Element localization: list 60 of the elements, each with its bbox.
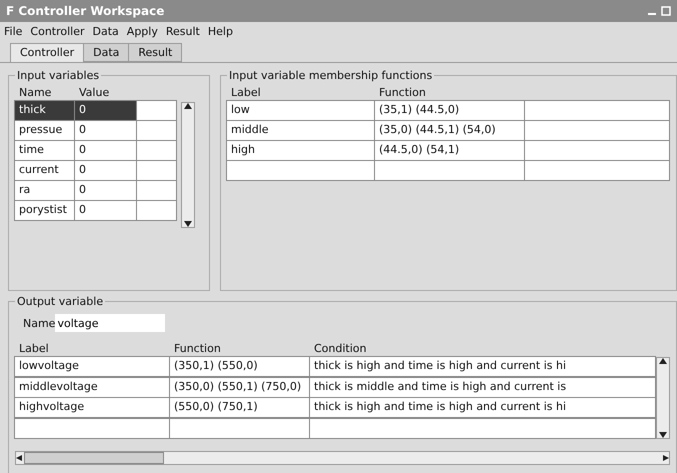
table-cell: (350,1) (550,0) — [169, 356, 310, 377]
menu-item[interactable]: Apply — [126, 25, 158, 38]
table-cell: low — [226, 100, 375, 121]
menu-item[interactable]: File — [4, 25, 22, 38]
scroll-right-icon[interactable] — [661, 455, 669, 461]
table-cell[interactable]: 0 — [74, 180, 137, 201]
table-cell[interactable]: 0 — [74, 140, 137, 161]
table-cell[interactable]: 0 — [74, 160, 137, 181]
column-header: Function — [173, 341, 222, 357]
table-cell: middle — [226, 120, 375, 141]
menu-item[interactable]: Result — [166, 25, 200, 38]
field-label: Name — [23, 316, 56, 330]
table-cell[interactable]: current — [14, 160, 75, 181]
table-cell: (35,0) (44.5,1) (54,0) — [374, 120, 525, 141]
menu-item[interactable]: Help — [208, 25, 233, 38]
table-cell: (35,1) (44.5,0) — [374, 100, 525, 121]
horizontal-scrollbar[interactable] — [15, 451, 670, 465]
table-cell[interactable]: porystist — [14, 200, 75, 221]
table-cell: highvoltage — [14, 397, 170, 418]
vertical-scrollbar[interactable] — [181, 102, 195, 228]
table-cell: (550,0) (750,1) — [169, 397, 310, 418]
table-cell[interactable]: time — [14, 140, 75, 161]
table-cell: thick is high and time is high and current is hi — [309, 356, 656, 377]
tab[interactable]: Result — [128, 43, 182, 62]
scroll-left-icon[interactable] — [16, 455, 24, 461]
scroll-down-icon[interactable] — [659, 432, 667, 438]
scroll-down-icon[interactable] — [184, 221, 192, 227]
group-title: Output variable — [16, 295, 104, 308]
scroll-thumb[interactable] — [24, 452, 164, 464]
table-cell: thick is middle and time is high and current is — [309, 376, 656, 398]
table-cell[interactable]: 0 — [74, 120, 137, 141]
name-field[interactable]: voltage — [55, 314, 166, 332]
menu-item[interactable]: Data — [92, 25, 119, 38]
table-cell: middlevoltage — [14, 376, 170, 398]
table-cell[interactable]: 0 — [74, 200, 137, 221]
table-cell: lowvoltage — [14, 356, 170, 377]
window-title: F Controller Workspace — [6, 4, 164, 18]
column-header: Condition — [313, 341, 368, 357]
maximize-icon[interactable] — [661, 6, 671, 16]
table-cell[interactable]: 0 — [74, 100, 137, 121]
tab[interactable]: Controller — [10, 43, 84, 62]
column-header: Label — [230, 85, 262, 101]
table-cell[interactable]: ra — [14, 180, 75, 201]
column-header: Label — [18, 341, 50, 357]
tab[interactable]: Data — [83, 43, 130, 62]
column-header: Value — [78, 85, 110, 101]
scroll-up-icon[interactable] — [184, 103, 192, 109]
vertical-scrollbar[interactable] — [656, 357, 670, 439]
group-title: Input variable membership functions — [228, 69, 434, 82]
table-cell[interactable]: thick — [14, 100, 75, 121]
table-cell[interactable]: pressue — [14, 120, 75, 141]
column-header: Function — [378, 85, 427, 101]
menu-item[interactable]: Controller — [30, 25, 85, 38]
table-cell: high — [226, 140, 375, 161]
table-cell: (44.5,0) (54,1) — [374, 140, 525, 161]
table-cell: (350,0) (550,1) (750,0) — [169, 376, 310, 398]
group-title: Input variables — [16, 69, 100, 82]
column-header: Name — [18, 85, 52, 101]
table-cell: thick is high and time is high and current is hi — [309, 397, 656, 418]
scroll-up-icon[interactable] — [659, 358, 667, 364]
